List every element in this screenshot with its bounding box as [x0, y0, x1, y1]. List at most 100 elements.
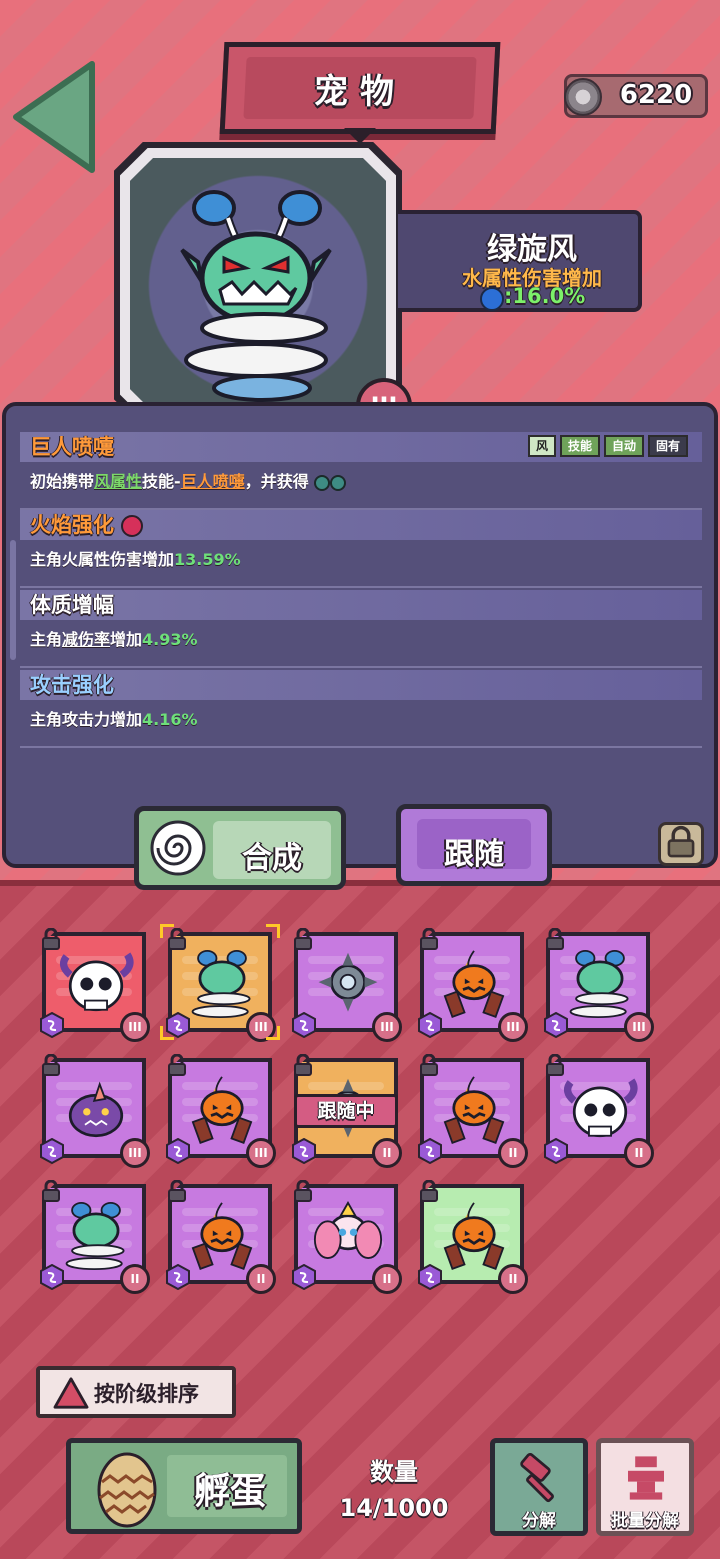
fire-icon [121, 515, 144, 537]
pet-tier-badge: II [498, 1138, 528, 1168]
element-gem-icon [418, 1264, 442, 1290]
skill-value: 4.93% [142, 630, 198, 649]
following-tag: 跟随中 [294, 1094, 398, 1128]
pet-tier-badge: III [120, 1012, 150, 1042]
follow-button[interactable]: 跟随 [396, 804, 552, 886]
skill-row: 巨人喷嚏 风 技能 自动 固有 初始携带风属性技能-巨人喷嚏，并获得 [20, 432, 702, 510]
wind-swirl-icon [314, 474, 331, 491]
skill-value: 13.59% [174, 550, 241, 569]
pet-attribute-value: :16.0% [504, 284, 586, 308]
element-gem-icon [418, 1012, 442, 1038]
element-gem-icon [40, 1264, 64, 1290]
skill-description: 初始携带风属性技能-巨人喷嚏，并获得 [20, 468, 702, 492]
skill-name: 攻击强化 [20, 670, 702, 700]
skill-tag: 技能 [559, 435, 600, 457]
lock-icon [294, 1054, 312, 1076]
lock-button[interactable] [658, 822, 704, 866]
currency-value: 6220 [619, 80, 693, 110]
damage-reduction-link[interactable]: 减伤率 [62, 630, 110, 649]
pet-tier-badge: III [624, 1012, 654, 1042]
spiral-icon [150, 820, 206, 876]
skill-desc-text: 主角火属性伤害增加 [30, 550, 175, 569]
element-gem-icon [418, 1138, 442, 1164]
element-gem-icon [292, 1138, 316, 1164]
lock-icon [168, 1180, 186, 1202]
skill-desc-text: 初始携带 [30, 472, 95, 491]
lock-icon [420, 1180, 438, 1202]
page-title: 宠物 [314, 72, 406, 112]
hammer-icon [520, 1453, 554, 1503]
batch-decompose-button[interactable]: 批量分解 [596, 1438, 694, 1536]
water-drop-icon [480, 287, 504, 311]
lock-icon [42, 1054, 60, 1076]
divider [20, 586, 702, 588]
anvil-icon [628, 1456, 664, 1500]
selection-corner [266, 924, 280, 938]
compose-label: 合成 [242, 841, 302, 876]
skill-row: 火焰强化 主角火属性伤害增加13.59% [20, 510, 702, 588]
compose-button[interactable]: 合成 [134, 806, 346, 890]
element-gem-icon [292, 1264, 316, 1290]
wind-attribute-link[interactable]: 风属性 [94, 472, 142, 491]
title-banner-tail [344, 128, 376, 144]
lock-icon [294, 1180, 312, 1202]
divider [20, 746, 702, 748]
element-gem-icon [544, 1138, 568, 1164]
pet-tier-badge: III [372, 1012, 402, 1042]
green-tornado-pet-image [180, 190, 332, 402]
quantity-value: 14/1000 [339, 1494, 449, 1522]
skill-value: 4.16% [142, 710, 198, 729]
triangle-sort-icon [53, 1377, 89, 1409]
pet-tier-badge: III [120, 1138, 150, 1168]
skill-description: 主角攻击力增加4.16% [20, 706, 702, 730]
lock-icon [667, 825, 695, 858]
lock-icon [294, 928, 312, 950]
pet-tier-badge: III [246, 1138, 276, 1168]
skill-desc-text: 主角攻击力增加 [30, 710, 143, 729]
element-gem-icon [166, 1264, 190, 1290]
skill-tags: 风 技能 自动 固有 [527, 435, 688, 457]
pet-tier-badge: III [498, 1012, 528, 1042]
element-gem-icon [292, 1012, 316, 1038]
skill-description: 主角火属性伤害增加13.59% [20, 546, 702, 570]
decompose-button[interactable]: 分解 [490, 1438, 588, 1536]
pet-tier-badge: II [246, 1264, 276, 1294]
lock-icon [168, 1054, 186, 1076]
element-gem-icon [544, 1012, 568, 1038]
batch-decompose-label: 批量分解 [611, 1511, 679, 1531]
selection-corner [160, 924, 174, 938]
lock-icon [42, 1180, 60, 1202]
skill-tag: 风 [527, 435, 556, 457]
skill-row: 攻击强化 主角攻击力增加4.16% [20, 670, 702, 748]
hatch-label: 孵蛋 [193, 1471, 266, 1512]
element-gem-icon [40, 1138, 64, 1164]
quantity-label: 数量 [370, 1458, 418, 1486]
skill-desc-text: 技能- [142, 472, 181, 491]
skill-desc-text: ，并获得 [244, 472, 309, 491]
skill-link[interactable]: 巨人喷嚏 [181, 472, 245, 491]
egg-icon [97, 1452, 157, 1528]
lock-icon [42, 928, 60, 950]
back-arrow-icon[interactable] [10, 58, 96, 176]
pet-tier-badge: II [372, 1264, 402, 1294]
element-gem-icon [166, 1138, 190, 1164]
selection-corner [266, 1026, 280, 1040]
wind-swirl-icon [330, 474, 347, 491]
sort-label: 按阶级排序 [94, 1382, 199, 1406]
lock-icon [420, 1054, 438, 1076]
follow-label: 跟随 [444, 837, 504, 872]
skill-tag: 固有 [647, 435, 688, 457]
skill-desc-text: 主角 [30, 630, 63, 649]
skill-row: 体质增幅 主角减伤率增加4.93% [20, 590, 702, 668]
pet-tier-badge: II [624, 1138, 654, 1168]
pet-tier-badge: II [372, 1138, 402, 1168]
skills-scrollbar[interactable] [10, 540, 16, 660]
skill-name: 火焰强化 [20, 510, 702, 540]
decompose-label: 分解 [522, 1511, 556, 1531]
element-gem-icon [40, 1012, 64, 1038]
lock-icon [546, 928, 564, 950]
selection-corner [160, 1026, 174, 1040]
skill-tag: 自动 [603, 435, 644, 457]
skill-description: 主角减伤率增加4.93% [20, 626, 702, 650]
skill-desc-text: 增加 [110, 630, 143, 649]
